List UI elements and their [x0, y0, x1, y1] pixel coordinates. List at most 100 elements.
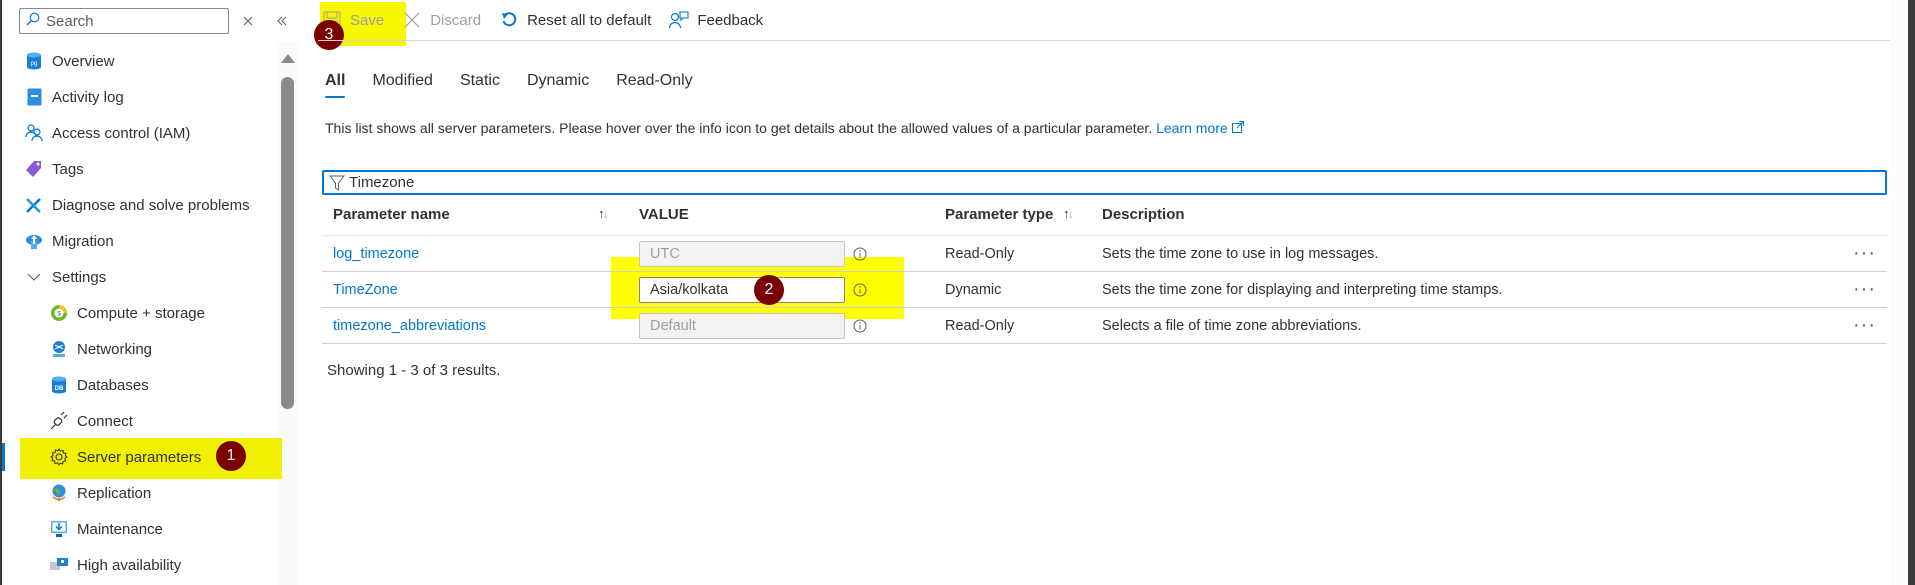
- column-header-parameter-type[interactable]: Parameter type: [945, 206, 1053, 223]
- sidebar-search-box[interactable]: [19, 8, 229, 34]
- annotation-step-badge-3: 3: [314, 20, 344, 50]
- sidebar-item-networking[interactable]: Networking: [2, 332, 272, 366]
- row-divider: [322, 343, 1887, 344]
- monitor-download-icon: [50, 520, 68, 538]
- people-icon: [25, 124, 43, 142]
- sidebar-group-settings[interactable]: Settings: [2, 260, 272, 294]
- parameter-type: Read-Only: [945, 245, 1015, 262]
- sidebar-item-label: Activity log: [52, 88, 124, 106]
- tab-all[interactable]: All: [325, 72, 346, 98]
- toolbar-divider: [318, 40, 1890, 41]
- sidebar-item-replication[interactable]: Replication: [2, 476, 272, 510]
- filter-icon: [329, 175, 345, 191]
- discard-label: Discard: [430, 11, 482, 29]
- annotation-step-badge-1: 1: [216, 441, 246, 471]
- column-header-parameter-name[interactable]: Parameter name: [333, 206, 450, 223]
- tab-dynamic[interactable]: Dynamic: [527, 72, 589, 98]
- sidebar-item-migration[interactable]: Migration: [2, 224, 272, 258]
- sidebar-item-label: Settings: [52, 268, 107, 286]
- parameter-description: Sets the time zone to use in log message…: [1102, 245, 1379, 262]
- sidebar-item-diagnose[interactable]: Diagnose and solve problems: [2, 188, 272, 222]
- more-actions-button[interactable]: ···: [1853, 236, 1876, 271]
- sidebar-item-activity-log[interactable]: Activity log: [2, 80, 272, 114]
- sidebar-item-label: High availability: [77, 556, 182, 574]
- parameter-name-link[interactable]: log_timezone: [333, 236, 419, 271]
- column-header-description: Description: [1102, 206, 1185, 223]
- sidebar-search-input[interactable]: [46, 12, 216, 30]
- sidebar-item-maintenance[interactable]: Maintenance: [2, 512, 272, 546]
- parameter-value-field[interactable]: [639, 277, 845, 303]
- undo-icon: [499, 10, 519, 30]
- table-row: timezone_abbreviations Read-Only Selects…: [322, 308, 1887, 343]
- info-message-text: This list shows all server parameters. P…: [325, 120, 1157, 136]
- parameter-value-input[interactable]: [650, 318, 830, 334]
- more-actions-button[interactable]: ···: [1853, 272, 1876, 307]
- close-icon: [243, 16, 253, 26]
- globe-icon: [50, 484, 68, 502]
- sidebar-item-databases[interactable]: DB Databases: [2, 368, 272, 402]
- sidebar-item-label: Access control (IAM): [52, 124, 191, 142]
- parameter-value-input[interactable]: [650, 282, 830, 298]
- double-chevron-left-icon: [277, 16, 287, 26]
- parameter-filter-box[interactable]: [322, 170, 1887, 195]
- sidebar-item-label: Server parameters: [77, 448, 202, 466]
- learn-more-link[interactable]: Learn more: [1156, 120, 1244, 136]
- parameter-filter-tabs: All Modified Static Dynamic Read-Only: [325, 72, 720, 98]
- tab-read-only[interactable]: Read-Only: [616, 72, 692, 98]
- sort-icon[interactable]: ↑↓: [598, 206, 609, 221]
- sidebar-item-label: Compute + storage: [77, 304, 205, 322]
- more-actions-button[interactable]: ···: [1853, 308, 1876, 343]
- reset-all-to-default-button[interactable]: Reset all to default: [499, 6, 651, 34]
- info-icon[interactable]: [853, 236, 867, 271]
- parameter-description: Selects a file of time zone abbreviation…: [1102, 317, 1362, 334]
- info-icon[interactable]: [853, 272, 867, 307]
- learn-more-label: Learn more: [1156, 120, 1228, 136]
- annotation-step-badge-2: 2: [754, 275, 784, 305]
- collapse-sidebar-button[interactable]: [272, 11, 292, 31]
- sidebar-item-tags[interactable]: Tags: [2, 152, 272, 186]
- info-icon[interactable]: [853, 308, 867, 343]
- svg-text:DB: DB: [55, 386, 64, 392]
- table-row: TimeZone Dynamic Sets the time zone for …: [322, 272, 1887, 307]
- sidebar-item-label: Migration: [52, 232, 114, 250]
- feedback-button[interactable]: Feedback: [669, 6, 763, 34]
- search-icon: [26, 12, 40, 30]
- plug-icon: [50, 412, 68, 430]
- clear-search-button[interactable]: [238, 11, 258, 31]
- sidebar-item-label: Tags: [52, 160, 84, 178]
- discard-button[interactable]: Discard: [402, 6, 481, 34]
- activity-log-icon: [25, 88, 43, 106]
- parameter-value-field[interactable]: [639, 241, 845, 267]
- column-header-value: VALUE: [639, 206, 689, 223]
- sidebar-item-access-control[interactable]: Access control (IAM): [2, 116, 272, 150]
- window-right-border: [1908, 0, 1915, 585]
- parameter-value-field[interactable]: [639, 313, 845, 339]
- gear-icon: [50, 448, 68, 466]
- sidebar-item-high-availability[interactable]: High availability: [2, 548, 272, 582]
- sidebar-scrollbar-thumb[interactable]: [281, 77, 294, 409]
- sort-icon[interactable]: ↑↓: [1063, 206, 1074, 221]
- sidebar-item-compute-storage[interactable]: $ Compute + storage: [2, 296, 272, 330]
- save-label: Save: [350, 11, 385, 29]
- tab-static[interactable]: Static: [460, 72, 500, 98]
- parameter-filter-input[interactable]: [349, 174, 1849, 191]
- parameter-description: Sets the time zone for displaying and in…: [1102, 281, 1503, 298]
- parameter-name-link[interactable]: TimeZone: [333, 272, 398, 307]
- close-icon: [402, 10, 422, 30]
- tab-modified[interactable]: Modified: [372, 72, 432, 98]
- sidebar-item-label: Connect: [77, 412, 133, 430]
- parameter-value-input[interactable]: [650, 246, 830, 262]
- parameter-type: Read-Only: [945, 317, 1015, 334]
- sidebar-item-connect[interactable]: Connect: [2, 404, 272, 438]
- compute-storage-icon: $: [50, 304, 68, 322]
- sidebar-item-label: Replication: [77, 484, 152, 502]
- info-message: This list shows all server parameters. P…: [325, 120, 1244, 136]
- parameter-name-link[interactable]: timezone_abbreviations: [333, 308, 486, 343]
- external-link-icon: [1231, 121, 1244, 133]
- cloud-upload-icon: [25, 232, 43, 250]
- scroll-up-arrow-icon[interactable]: [281, 54, 295, 63]
- networking-icon: [50, 340, 68, 358]
- sidebar-item-overview[interactable]: pg Overview: [2, 44, 272, 78]
- sidebar-item-label: Maintenance: [77, 520, 163, 538]
- feedback-icon: [669, 10, 689, 30]
